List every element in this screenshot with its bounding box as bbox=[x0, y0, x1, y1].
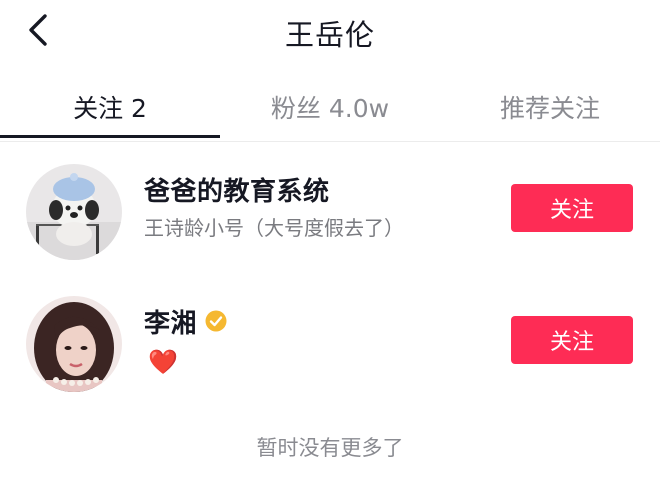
follow-button[interactable]: 关注 bbox=[511, 316, 633, 364]
tabs-divider bbox=[0, 141, 660, 142]
tab-recommended-label: 推荐关注 bbox=[499, 94, 600, 123]
tab-recommended[interactable]: 推荐关注 bbox=[440, 76, 660, 138]
user-name-line: 李湘 bbox=[144, 303, 227, 340]
user-subtitle: ❤️ bbox=[148, 348, 178, 376]
page-title: 王岳伦 bbox=[284, 18, 375, 52]
following-page: 王岳伦 关注 2 粉丝 4.0w 推荐关注 爸爸的教育系统 王诗龄小号（大号度假… bbox=[0, 0, 660, 480]
user-name-line: 爸爸的教育系统 bbox=[144, 171, 330, 208]
user-name[interactable]: 爸爸的教育系统 bbox=[144, 171, 330, 208]
tab-fans-label: 粉丝 4.0w bbox=[270, 94, 390, 123]
avatar[interactable] bbox=[26, 296, 122, 392]
active-tab-indicator bbox=[0, 135, 220, 138]
list-item[interactable]: 爸爸的教育系统 王诗龄小号（大号度假去了） 关注 bbox=[0, 150, 660, 282]
verified-badge-icon bbox=[205, 310, 227, 332]
avatar[interactable] bbox=[26, 164, 122, 260]
header: 王岳伦 bbox=[0, 0, 660, 64]
list-item[interactable]: 李湘 ❤️ 关注 bbox=[0, 282, 660, 414]
user-name[interactable]: 李湘 bbox=[144, 303, 197, 340]
tab-following[interactable]: 关注 2 bbox=[0, 76, 220, 138]
following-list: 爸爸的教育系统 王诗龄小号（大号度假去了） 关注 李湘 ❤️ 关注 bbox=[0, 150, 660, 414]
tab-bar: 关注 2 粉丝 4.0w 推荐关注 bbox=[0, 76, 660, 140]
user-subtitle: 王诗龄小号（大号度假去了） bbox=[144, 216, 404, 240]
no-more-text: 暂时没有更多了 bbox=[256, 436, 404, 460]
tab-fans[interactable]: 粉丝 4.0w bbox=[220, 76, 440, 138]
follow-button[interactable]: 关注 bbox=[511, 184, 633, 232]
tab-following-label: 关注 2 bbox=[73, 94, 147, 123]
